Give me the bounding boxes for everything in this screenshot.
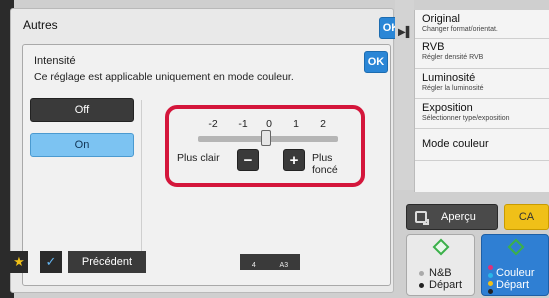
dialog-title: Intensité <box>34 55 76 67</box>
menu-separator <box>415 68 549 69</box>
apercu-label: Aperçu <box>441 211 476 223</box>
menu-item-rvb[interactable]: RVB Régler densité RVB <box>422 41 547 61</box>
apercu-button[interactable]: Aperçu <box>406 204 498 230</box>
start-color-label: Couleur Départ <box>496 267 535 291</box>
menu-separator <box>415 160 549 161</box>
favorites-star-icon[interactable]: ★ <box>10 251 28 273</box>
paper-info: 4 A3 <box>240 254 300 270</box>
start-color-button[interactable]: Couleur Départ <box>481 234 549 296</box>
check-icon[interactable]: ✓ <box>40 251 62 273</box>
indicator-dot-icon <box>488 289 493 294</box>
option-off-button[interactable]: Off <box>30 98 134 122</box>
menu-item-label: Original <box>422 13 460 25</box>
increase-button[interactable]: + <box>283 149 305 171</box>
play-arrow-icon[interactable]: ▶▌ <box>398 27 413 38</box>
start-color-line2: Départ <box>496 279 530 291</box>
option-on-button[interactable]: On <box>30 133 134 157</box>
start-color-line1: Couleur <box>496 267 535 279</box>
start-bw-line2: Départ <box>429 279 463 291</box>
menu-item-original[interactable]: Original Changer format/orientat. <box>422 13 547 33</box>
indicator-dot-icon <box>488 273 493 278</box>
menu-item-label: Exposition <box>422 102 473 114</box>
menu-separator <box>415 38 549 39</box>
dialog-ok-button[interactable]: OK <box>364 51 388 73</box>
ca-button[interactable]: CA <box>504 204 549 230</box>
tick-label: -1 <box>238 118 248 130</box>
paper-count: 4 <box>251 262 256 269</box>
indicator-dot-icon <box>488 281 493 286</box>
indicator-dot-icon <box>488 265 493 270</box>
lighter-label: Plus clair <box>177 152 220 164</box>
menu-separator <box>415 128 549 129</box>
menu-item-exposition[interactable]: Exposition Sélectionner type/exposition <box>422 102 547 122</box>
menu-item-label: RVB <box>422 41 445 53</box>
preview-icon <box>415 211 429 225</box>
intensity-control: -2 -1 0 1 2 Plus clair − + Plus foncé <box>165 105 365 187</box>
decrease-button[interactable]: − <box>237 149 259 171</box>
darker-label: Plus foncé <box>312 152 338 176</box>
menu-separator <box>415 98 549 99</box>
menu-item-luminosite[interactable]: Luminosité Régler la luminosité <box>422 72 547 92</box>
indicator-dot-icon <box>419 271 424 276</box>
start-diamond-icon <box>507 238 525 256</box>
start-bw-button[interactable]: N&B Départ <box>406 234 475 296</box>
intensity-slider-knob[interactable] <box>261 130 271 146</box>
tick-label: -2 <box>208 118 218 130</box>
menu-item-label: Mode couleur <box>422 138 489 150</box>
outer-title: Autres <box>23 18 58 32</box>
menu-item-mode-couleur[interactable]: Mode couleur <box>422 138 547 150</box>
menu-item-label: Luminosité <box>422 72 476 84</box>
dialog-description: Ce réglage est applicable uniquement en … <box>34 71 294 83</box>
previous-button[interactable]: Précédent <box>68 251 146 273</box>
start-bw-line1: N&B <box>429 267 452 279</box>
start-diamond-icon <box>432 238 450 256</box>
menu-item-sub: Sélectionner type/exposition <box>422 115 510 122</box>
tick-label: 0 <box>266 118 272 130</box>
tick-label: 1 <box>293 118 299 130</box>
paper-size: A3 <box>279 262 289 269</box>
right-menu: Original Changer format/orientat. RVB Ré… <box>414 10 549 192</box>
intensity-dialog: Intensité Ce réglage est applicable uniq… <box>22 44 391 286</box>
start-bw-label: N&B Départ <box>429 267 462 291</box>
tick-label: 2 <box>320 118 326 130</box>
menu-item-sub: Régler densité RVB <box>422 54 484 61</box>
indicator-dot-icon <box>419 283 424 288</box>
menu-item-sub: Régler la luminosité <box>422 85 484 92</box>
menu-item-sub: Changer format/orientat. <box>422 26 498 33</box>
divider <box>141 100 142 270</box>
